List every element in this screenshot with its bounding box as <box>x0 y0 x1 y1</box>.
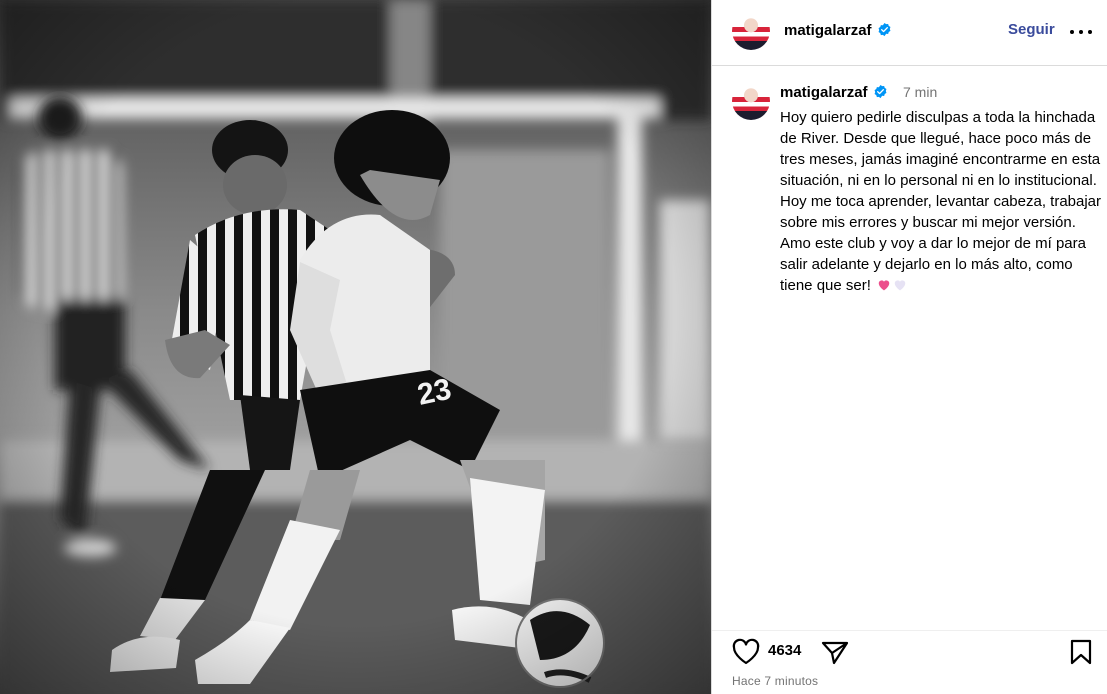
bookmark-icon[interactable] <box>1068 639 1094 665</box>
post-header: matigalarzaf Seguir <box>712 0 1107 66</box>
share-icon[interactable] <box>820 638 850 666</box>
avatar[interactable] <box>732 12 770 50</box>
caption-avatar[interactable] <box>732 82 770 120</box>
verified-badge-icon <box>878 22 890 37</box>
caption-text: Hoy quiero pedirle disculpas a toda la h… <box>780 109 1102 294</box>
post-side-panel: matigalarzaf Seguir matigalarzaf 7 min H… <box>711 0 1107 694</box>
post-photo[interactable]: 23 <box>0 0 711 694</box>
username-text[interactable]: matigalarzaf <box>784 22 872 39</box>
heart-icon[interactable] <box>731 638 761 666</box>
caption-text-block: Hoy quiero pedirle disculpas a toda la h… <box>780 107 1102 296</box>
white-heart-emoji-icon <box>894 280 906 291</box>
football-match-photo: 23 <box>0 0 711 694</box>
caption-username[interactable]: matigalarzaf <box>780 84 888 101</box>
action-bar: 4634 <box>712 630 1107 670</box>
username-header[interactable]: matigalarzaf <box>784 22 892 39</box>
follow-button[interactable]: Seguir <box>1008 21 1055 38</box>
post-date[interactable]: Hace 7 minutos <box>732 674 818 688</box>
caption-time[interactable]: 7 min <box>903 84 937 100</box>
caption-username-text[interactable]: matigalarzaf <box>780 84 868 101</box>
verified-badge-icon <box>874 84 886 99</box>
more-options-icon[interactable] <box>1069 22 1093 42</box>
pink-heart-emoji-icon <box>878 280 890 291</box>
like-count[interactable]: 4634 <box>768 642 801 659</box>
